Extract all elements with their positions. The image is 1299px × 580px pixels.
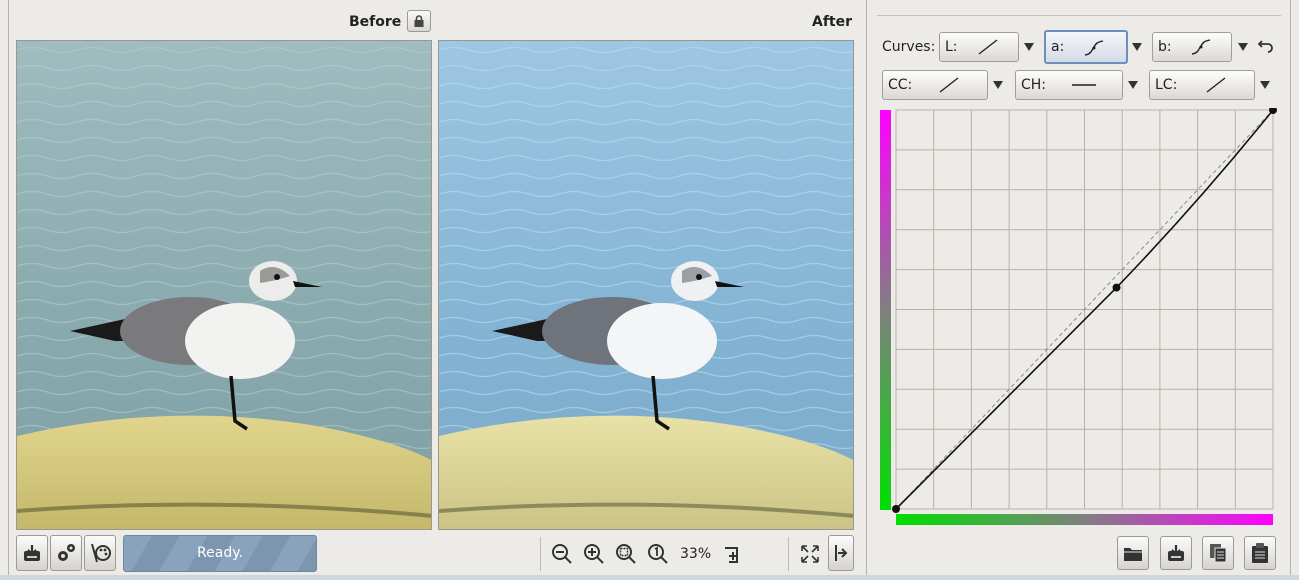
curve-cc-dropdown-arrow[interactable] <box>993 81 1003 89</box>
after-label: After <box>812 14 853 30</box>
load-curve-button[interactable] <box>1117 536 1149 570</box>
new-detail-window-button[interactable] <box>717 537 749 571</box>
flat-curve-icon <box>1072 84 1096 86</box>
pane-border <box>8 0 9 575</box>
fullscreen-button[interactable] <box>794 537 826 571</box>
zoom-fit-button[interactable] <box>610 537 642 571</box>
zoom-in-button[interactable] <box>578 537 610 571</box>
new-detail-window-icon <box>725 547 739 563</box>
zoom-100-button[interactable] <box>642 537 674 571</box>
queue-settings-button[interactable] <box>50 535 82 571</box>
save-icon <box>1168 545 1184 561</box>
after-image[interactable] <box>438 40 854 530</box>
lock-before-button[interactable] <box>407 10 431 32</box>
status-bar: Ready. <box>123 535 317 572</box>
save-curve-button[interactable] <box>1160 536 1192 570</box>
preview-toolbar: Ready. 33% <box>10 533 860 575</box>
zoom-out-icon <box>552 544 572 564</box>
zoom-100-icon <box>648 544 668 564</box>
control-point <box>1112 283 1121 292</box>
toolbar-separator <box>788 537 789 571</box>
copy-curve-button[interactable] <box>1202 536 1234 570</box>
zoom-fit-icon <box>616 544 636 564</box>
copy-icon <box>1210 544 1227 563</box>
linear-curve-icon <box>978 39 998 55</box>
curve-cc-select[interactable]: CC: <box>882 70 988 100</box>
zoom-level: 33% <box>680 546 712 562</box>
open-icon <box>1124 548 1142 561</box>
curve-a-select[interactable]: a: <box>1044 30 1128 64</box>
curve-b-select[interactable]: b: <box>1152 32 1232 62</box>
linear-curve-icon <box>939 77 959 93</box>
fullscreen-icon <box>801 545 819 563</box>
undo-icon <box>1257 40 1273 53</box>
curve-ch-select[interactable]: CH: <box>1015 70 1123 100</box>
curve-ch-dropdown-arrow[interactable] <box>1128 81 1138 89</box>
curve-l-select[interactable]: L: <box>939 32 1019 62</box>
zoom-controls: 33% <box>546 535 749 573</box>
curve-a-label: a: <box>1051 39 1065 55</box>
reset-curves-button[interactable] <box>1257 37 1274 57</box>
paste-icon <box>1252 543 1268 563</box>
s-curve-icon <box>1084 40 1104 56</box>
before-image[interactable] <box>16 40 432 530</box>
toolbar-separator <box>540 537 541 571</box>
curve-cc-label: CC: <box>888 77 913 93</box>
palette-icon <box>91 543 111 563</box>
horizontal-gradient-bar <box>896 514 1273 525</box>
zoom-out-button[interactable] <box>546 537 578 571</box>
curve-a-dropdown-arrow[interactable] <box>1132 43 1142 51</box>
collapse-panel-icon <box>835 545 848 561</box>
before-label: Before <box>349 14 402 30</box>
curve-l-label: L: <box>945 39 958 55</box>
paste-curve-button[interactable] <box>1244 536 1276 570</box>
curve-b-dropdown-arrow[interactable] <box>1238 43 1248 51</box>
curves-label: Curves: <box>882 39 936 55</box>
window-bottom-edge <box>0 575 1299 580</box>
curve-ch-label: CH: <box>1021 77 1047 93</box>
curve-l-dropdown-arrow[interactable] <box>1024 43 1034 51</box>
settings-icon <box>58 544 75 561</box>
curve-editor[interactable] <box>878 106 1278 528</box>
curve-lc-dropdown-arrow[interactable] <box>1260 81 1270 89</box>
curve-b-label: b: <box>1158 39 1172 55</box>
save-icon <box>24 545 40 561</box>
curve-lc-label: LC: <box>1155 77 1178 93</box>
linear-curve-icon <box>1206 77 1226 93</box>
control-point <box>892 505 900 513</box>
lock-icon <box>414 15 424 27</box>
image-preview-pane: Before After Ready. 33% <box>0 0 860 580</box>
s-curve-icon <box>1191 39 1211 55</box>
vertical-gradient-bar <box>880 110 891 510</box>
collapse-panel-button[interactable] <box>828 535 854 571</box>
curve-lc-select[interactable]: LC: <box>1149 70 1255 100</box>
panel-divider <box>877 15 1281 16</box>
external-editor-button[interactable] <box>84 535 116 571</box>
save-image-button[interactable] <box>16 535 48 571</box>
zoom-in-icon <box>584 544 604 564</box>
